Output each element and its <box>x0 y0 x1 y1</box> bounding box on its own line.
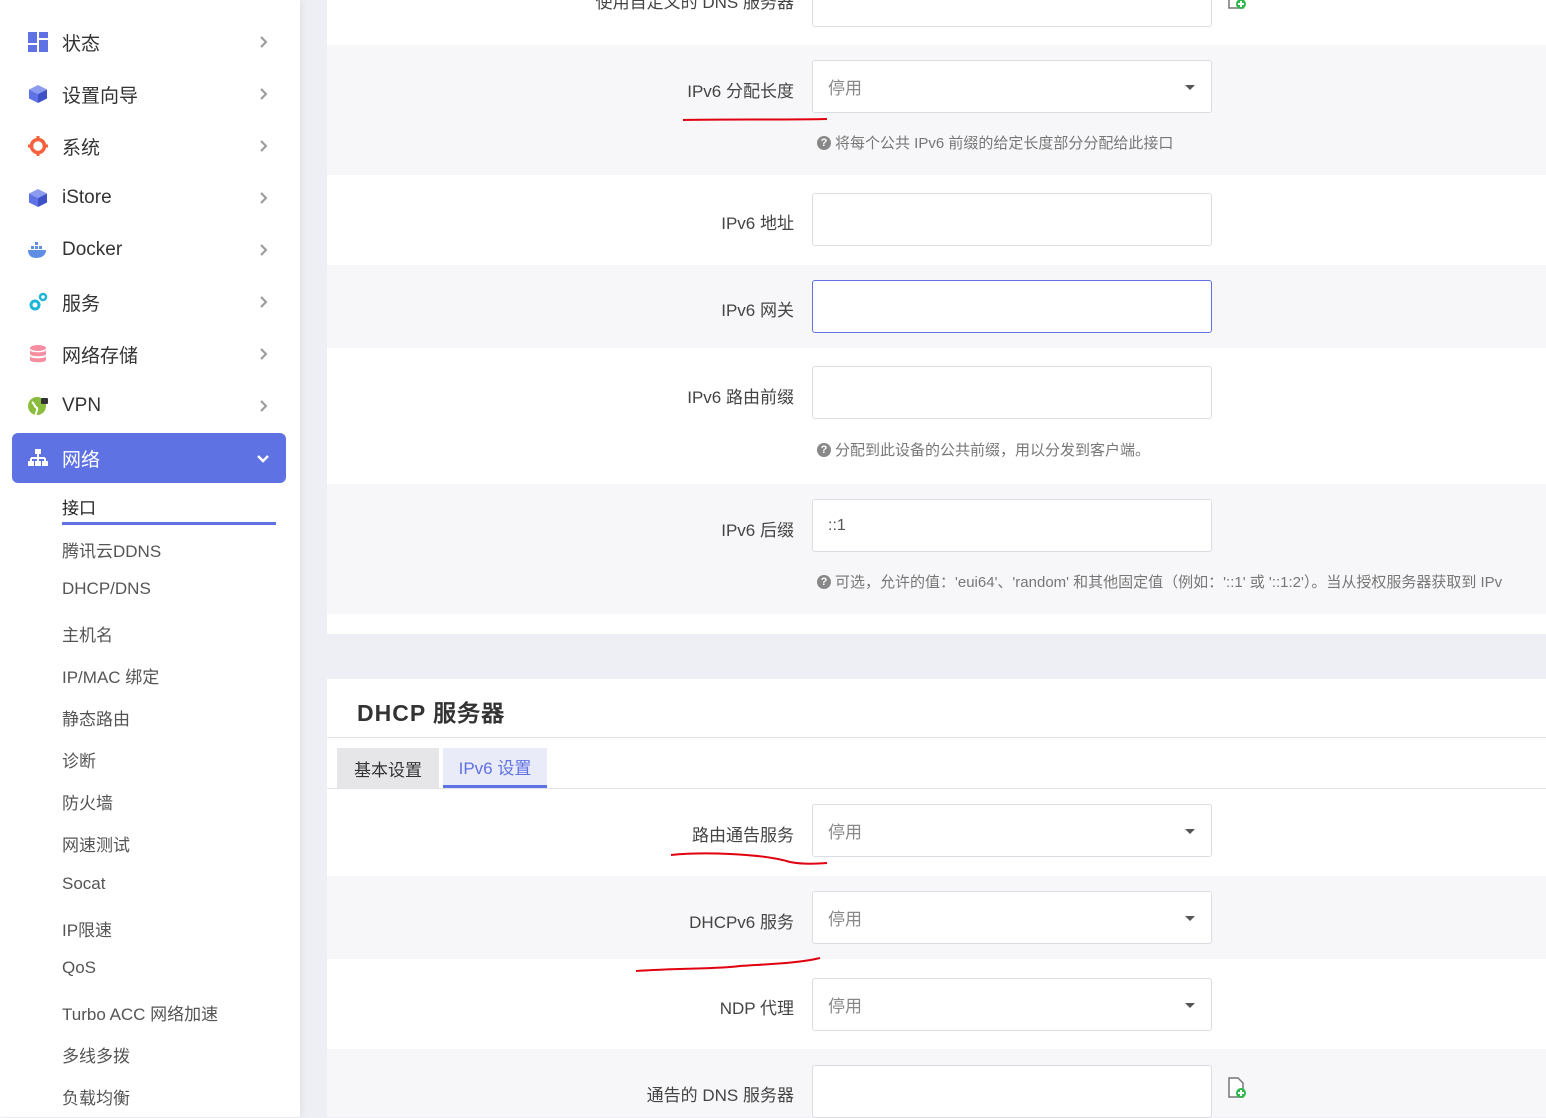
docker-icon <box>27 239 49 261</box>
chevron-right-icon <box>260 348 268 360</box>
gears-icon <box>27 291 49 313</box>
submenu-hostnames[interactable]: 主机名 <box>62 621 113 646</box>
submenu-interfaces[interactable]: 接口 <box>62 494 96 519</box>
ndp-proxy-select[interactable]: 停用 <box>812 978 1212 1031</box>
menu-item-network[interactable]: 网络 <box>12 433 286 483</box>
menu-item-wizard[interactable]: 设置向导 <box>12 69 286 119</box>
ipv6-assign-select[interactable]: 停用 <box>812 60 1212 113</box>
hint-text: 分配到此设备的公共前缀，用以分发到客户端。 <box>835 442 1151 459</box>
announced-dns-label: 通告的 DNS 服务器 <box>646 1086 794 1105</box>
chevron-right-icon <box>260 296 268 308</box>
submenu-turbo-acc[interactable]: Turbo ACC 网络加速 <box>62 1000 218 1025</box>
submenu-static-routes[interactable]: 静态路由 <box>62 705 130 730</box>
tab-basic-settings[interactable]: 基本设置 <box>337 748 439 788</box>
ipv6-prefix-label: IPv6 路由前缀 <box>687 388 794 407</box>
cube-icon <box>27 187 49 209</box>
menu-item-docker[interactable]: Docker <box>12 225 286 275</box>
ipv6-address-label: IPv6 地址 <box>721 214 794 233</box>
submenu-multiwan[interactable]: 多线多拨 <box>62 1042 130 1067</box>
dhcpv6-service-select[interactable]: 停用 <box>812 891 1212 944</box>
submenu-load-balance[interactable]: 负载均衡 <box>62 1084 130 1109</box>
ra-service-label: 路由通告服务 <box>692 826 794 845</box>
ipv6-suffix-label: IPv6 后缀 <box>721 521 794 540</box>
menu-item-nas[interactable]: 网络存储 <box>12 329 286 379</box>
menu-label: 状态 <box>62 33 101 55</box>
custom-dns-input[interactable] <box>812 0 1212 27</box>
cube-icon <box>27 83 49 105</box>
ipv6-suffix-input[interactable]: ::1 <box>812 499 1212 552</box>
menu-item-system[interactable]: 系统 <box>12 121 286 171</box>
menu-label: 系统 <box>62 137 101 159</box>
add-entry-icon[interactable] <box>1226 0 1248 10</box>
ndp-proxy-label: NDP 代理 <box>719 999 794 1018</box>
add-entry-icon[interactable] <box>1226 1077 1248 1099</box>
ipv6-assign-value: 停用 <box>828 79 862 98</box>
dhcp-section-title: DHCP 服务器 <box>357 700 506 726</box>
dashboard-icon <box>27 31 49 53</box>
submenu-firewall[interactable]: 防火墙 <box>62 789 113 814</box>
custom-dns-label: 使用自定义的 DNS 服务器 <box>595 0 794 12</box>
sidebar: 状态 设置向导 系统 iStore Docker 服务 网络存储 VPN 网络 … <box>0 0 300 1117</box>
divider <box>327 737 1546 738</box>
submenu-ip-mac-binding[interactable]: IP/MAC 绑定 <box>62 663 159 688</box>
chevron-right-icon <box>260 400 268 412</box>
dropdown-caret-icon <box>1185 916 1195 921</box>
ipv6-suffix-value: ::1 <box>828 516 846 534</box>
ndp-proxy-value: 停用 <box>828 997 862 1016</box>
dropdown-caret-icon <box>1185 85 1195 90</box>
menu-label: 设置向导 <box>62 85 139 107</box>
chevron-right-icon <box>260 36 268 48</box>
gear-icon <box>27 135 49 157</box>
submenu-active-indicator <box>62 522 276 525</box>
submenu-speedtest[interactable]: 网速测试 <box>62 831 130 856</box>
sitemap-icon <box>27 447 49 469</box>
divider <box>327 788 1546 789</box>
menu-item-vpn[interactable]: VPN <box>12 381 286 431</box>
menu-label: 网络存储 <box>62 345 139 367</box>
announced-dns-input[interactable] <box>812 1065 1212 1118</box>
ra-service-value: 停用 <box>828 823 862 842</box>
menu-label: 服务 <box>62 293 101 315</box>
chevron-down-icon <box>257 455 269 463</box>
ipv6-prefix-hint: ? 分配到此设备的公共前缀，用以分发到客户端。 <box>817 439 1150 460</box>
menu-item-status[interactable]: 状态 <box>12 17 286 67</box>
menu-label: Docker <box>62 239 123 260</box>
tab-ipv6-settings[interactable]: IPv6 设置 <box>443 748 547 788</box>
chevron-right-icon <box>260 88 268 100</box>
dhcpv6-service-label: DHCPv6 服务 <box>689 913 794 932</box>
menu-label: iStore <box>62 187 112 208</box>
dropdown-caret-icon <box>1185 829 1195 834</box>
question-icon: ? <box>817 442 831 457</box>
database-icon <box>27 343 49 365</box>
chevron-right-icon <box>260 140 268 152</box>
menu-label: 网络 <box>62 449 101 471</box>
chevron-right-icon <box>260 192 268 204</box>
ra-service-select[interactable]: 停用 <box>812 804 1212 857</box>
menu-item-services[interactable]: 服务 <box>12 277 286 327</box>
hint-text: 可选，允许的值：'eui64'、'random' 和其他固定值（例如：'::1'… <box>835 574 1503 591</box>
dropdown-caret-icon <box>1185 1003 1195 1008</box>
ipv6-assign-hint: ? 将每个公共 IPv6 前缀的给定长度部分分配给此接口 <box>817 132 1173 153</box>
dhcpv6-service-value: 停用 <box>828 910 862 929</box>
submenu-diagnostics[interactable]: 诊断 <box>62 747 96 772</box>
ipv6-assign-label: IPv6 分配长度 <box>687 82 794 101</box>
submenu-qos[interactable]: QoS <box>62 958 96 978</box>
submenu-socat[interactable]: Socat <box>62 874 105 894</box>
submenu-ip-limit[interactable]: IP限速 <box>62 916 112 941</box>
question-icon: ? <box>817 574 831 589</box>
question-icon: ? <box>817 135 831 150</box>
hint-text: 将每个公共 IPv6 前缀的给定长度部分分配给此接口 <box>835 135 1174 152</box>
ipv6-prefix-input[interactable] <box>812 366 1212 419</box>
ipv6-suffix-hint: ? 可选，允许的值：'eui64'、'random' 和其他固定值（例如：'::… <box>817 571 1502 592</box>
ipv6-gateway-label: IPv6 网关 <box>721 301 794 320</box>
menu-item-istore[interactable]: iStore <box>12 173 286 223</box>
submenu-tencent-ddns[interactable]: 腾讯云DDNS <box>62 537 161 562</box>
chevron-right-icon <box>260 244 268 256</box>
globe-lock-icon <box>27 395 49 417</box>
menu-label: VPN <box>62 395 102 416</box>
ipv6-address-input[interactable] <box>812 193 1212 246</box>
ipv6-gateway-input[interactable] <box>812 280 1212 333</box>
submenu-dhcp-dns[interactable]: DHCP/DNS <box>62 579 151 599</box>
